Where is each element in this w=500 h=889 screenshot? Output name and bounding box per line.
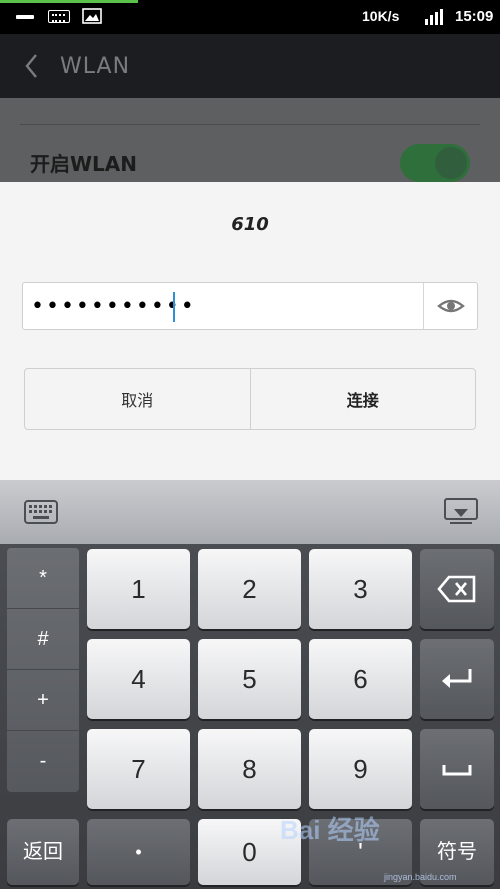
divider bbox=[20, 124, 480, 125]
space-icon bbox=[442, 765, 472, 776]
key-3[interactable]: 3 bbox=[309, 549, 412, 629]
numeric-keyboard: * # + - 1 2 3 4 5 6 7 8 9 返回 • 0 ' 符号 Ba… bbox=[0, 480, 500, 889]
enter-icon bbox=[442, 669, 472, 688]
app-bar: WLAN bbox=[0, 34, 500, 98]
signal-icon bbox=[425, 9, 443, 25]
keyboard-switch-icon[interactable] bbox=[24, 500, 58, 524]
wlan-toggle-label: 开启WLAN bbox=[30, 152, 138, 176]
symbol-key-minus[interactable]: - bbox=[7, 731, 79, 792]
key-1[interactable]: 1 bbox=[87, 549, 190, 629]
image-notification-icon bbox=[82, 8, 102, 24]
text-cursor bbox=[173, 292, 175, 322]
symbol-key-hash[interactable]: # bbox=[7, 609, 79, 670]
settings-list: 开启WLAN bbox=[0, 98, 500, 182]
key-9[interactable]: 9 bbox=[309, 729, 412, 809]
key-6[interactable]: 6 bbox=[309, 639, 412, 719]
keyboard-notification-icon bbox=[48, 10, 70, 23]
connect-button[interactable]: 连接 bbox=[249, 369, 476, 429]
key-4[interactable]: 4 bbox=[87, 639, 190, 719]
watermark-logo: Bai 经验 bbox=[280, 815, 380, 845]
back-key[interactable]: 返回 bbox=[7, 819, 79, 885]
watermark-url: jingyan.baidu.com bbox=[384, 872, 457, 882]
password-dialog: 610 取消 连接 bbox=[0, 182, 500, 480]
password-input[interactable] bbox=[31, 283, 421, 329]
clock: 15:09 bbox=[455, 8, 494, 25]
backspace-icon bbox=[437, 575, 476, 603]
wlan-toggle-switch[interactable] bbox=[400, 144, 470, 182]
symbol-key-asterisk[interactable]: * bbox=[7, 548, 79, 609]
hide-keyboard-icon[interactable] bbox=[444, 498, 478, 526]
key-8[interactable]: 8 bbox=[198, 729, 301, 809]
space-key[interactable] bbox=[420, 729, 494, 809]
page-title: WLAN bbox=[60, 54, 131, 79]
load-progress-line bbox=[0, 0, 138, 3]
keyboard-toolbar bbox=[0, 480, 500, 544]
symbol-column: * # + - bbox=[7, 548, 79, 792]
show-password-button[interactable] bbox=[423, 283, 477, 329]
symbol-key-plus[interactable]: + bbox=[7, 670, 79, 731]
key-2[interactable]: 2 bbox=[198, 549, 301, 629]
network-name: 610 bbox=[231, 214, 269, 235]
dot-key[interactable]: • bbox=[87, 819, 190, 885]
key-5[interactable]: 5 bbox=[198, 639, 301, 719]
password-field-container bbox=[22, 282, 478, 330]
backspace-key[interactable] bbox=[420, 549, 494, 629]
cancel-button[interactable]: 取消 bbox=[25, 369, 250, 429]
key-7[interactable]: 7 bbox=[87, 729, 190, 809]
network-speed: 10K/s bbox=[362, 8, 400, 24]
minus-icon bbox=[16, 15, 34, 19]
status-bar: 10K/s 15:09 bbox=[0, 0, 500, 34]
enter-key[interactable] bbox=[420, 639, 494, 719]
dialog-buttons: 取消 连接 bbox=[24, 368, 476, 430]
back-chevron-icon[interactable] bbox=[22, 52, 42, 80]
eye-icon bbox=[437, 299, 465, 313]
